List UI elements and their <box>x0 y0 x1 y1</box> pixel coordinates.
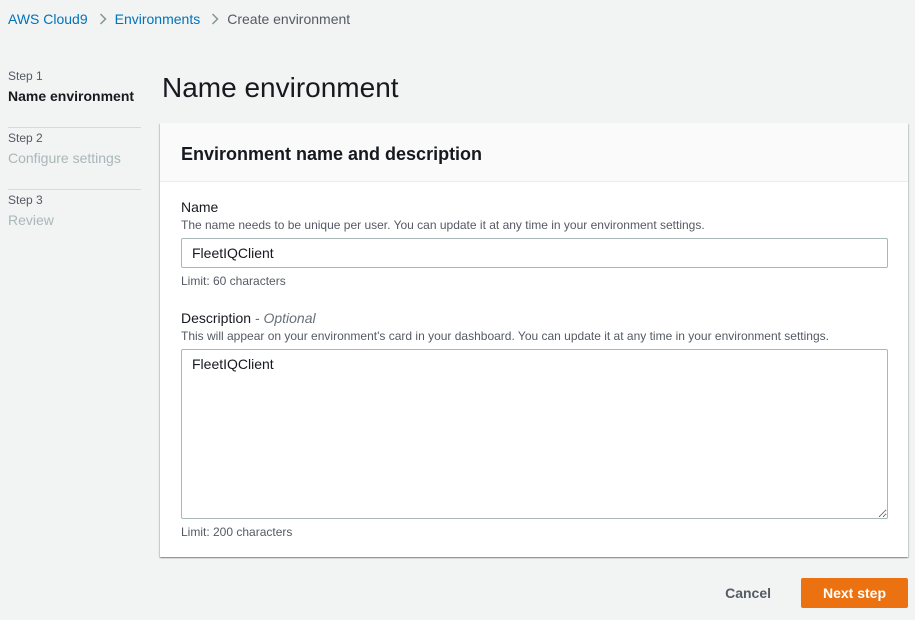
breadcrumb-current: Create environment <box>227 11 351 27</box>
step-number: Step 2 <box>8 131 43 145</box>
step-review: Step 3 Review <box>8 190 141 252</box>
description-help: This will appear on your environment's c… <box>181 329 829 343</box>
step-title: Review <box>8 212 54 228</box>
name-field-group: Name The name needs to be unique per use… <box>181 198 888 289</box>
description-field-group: Description - Optional This will appear … <box>181 309 888 540</box>
wizard-steps: Step 1 Name environment Step 2 Configure… <box>8 66 141 252</box>
optional-tag: - Optional <box>254 310 316 326</box>
step-title: Name environment <box>8 88 135 104</box>
breadcrumb-link-aws-cloud9[interactable]: AWS Cloud9 <box>8 11 88 27</box>
name-description: The name needs to be unique per user. Yo… <box>181 218 705 232</box>
breadcrumb-link-environments[interactable]: Environments <box>115 11 201 27</box>
name-limit-hint: Limit: 60 characters <box>181 274 286 288</box>
cancel-button[interactable]: Cancel <box>695 578 801 608</box>
wizard-actions: Cancel Next step <box>695 578 908 608</box>
description-limit-hint: Limit: 200 characters <box>181 525 293 539</box>
next-step-button[interactable]: Next step <box>801 578 908 608</box>
name-input[interactable] <box>181 238 888 268</box>
breadcrumb: AWS Cloud9 Environments Create environme… <box>8 10 350 28</box>
panel-body: Name The name needs to be unique per use… <box>160 182 908 540</box>
environment-details-panel: Environment name and description Name Th… <box>160 123 908 557</box>
chevron-right-icon <box>91 13 115 25</box>
step-configure-settings: Step 2 Configure settings <box>8 128 141 190</box>
step-title: Configure settings <box>8 150 121 166</box>
chevron-right-icon <box>203 13 227 25</box>
step-number: Step 1 <box>8 69 43 83</box>
description-label: Description - Optional <box>181 309 888 327</box>
description-textarea[interactable]: FleetIQClient <box>181 349 888 519</box>
description-label-text: Description <box>181 310 252 326</box>
step-name-environment: Step 1 Name environment <box>8 66 141 128</box>
panel-title: Environment name and description <box>181 144 483 164</box>
name-label: Name <box>181 199 219 215</box>
page-title: Name environment <box>162 72 399 103</box>
panel-header: Environment name and description <box>160 123 908 182</box>
step-number: Step 3 <box>8 193 43 207</box>
